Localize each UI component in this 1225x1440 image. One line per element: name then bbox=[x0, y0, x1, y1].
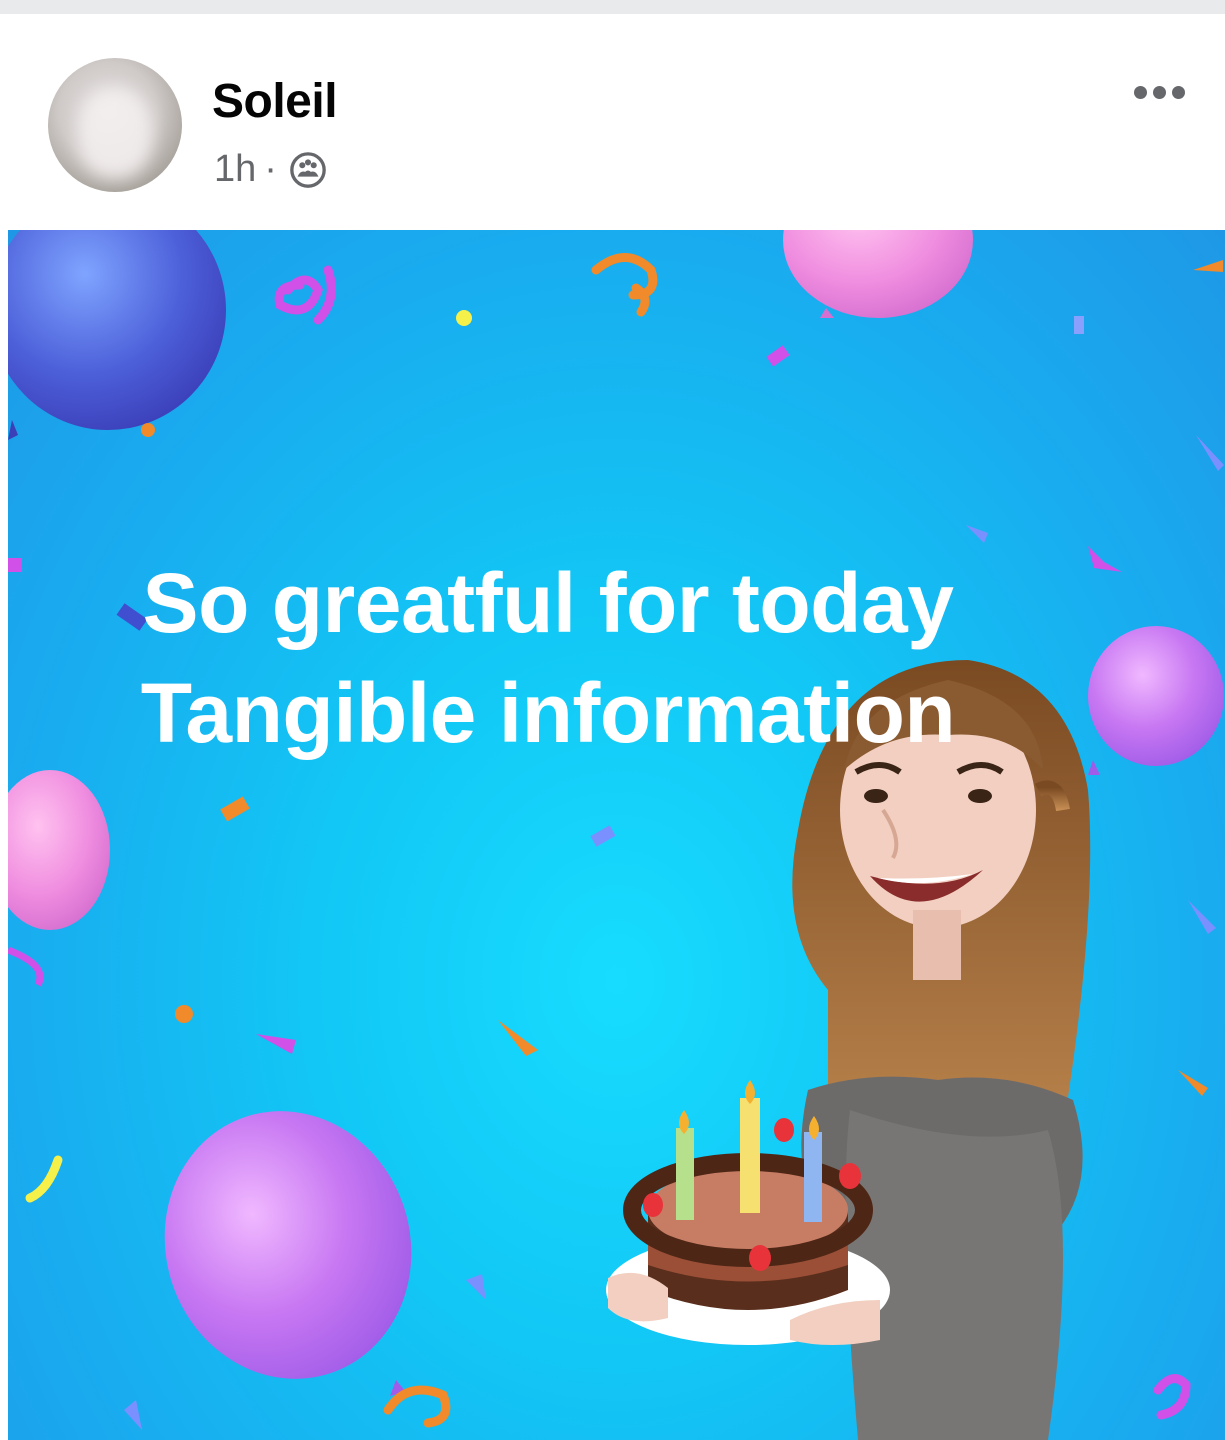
post-text-line-1: So greatful for today bbox=[142, 556, 954, 650]
post-image[interactable]: So greatful for today Tangible informati… bbox=[8, 230, 1225, 1440]
author-name[interactable]: Soleil bbox=[212, 74, 338, 129]
more-options-button[interactable] bbox=[1124, 72, 1194, 112]
birthday-background-art bbox=[8, 230, 1224, 1440]
meta-separator: · bbox=[264, 148, 277, 190]
balloon-mid-right bbox=[1088, 626, 1224, 775]
balloon-bottom-left bbox=[164, 1111, 412, 1396]
avatar[interactable] bbox=[48, 58, 182, 192]
top-divider bbox=[0, 0, 1225, 14]
post-header: Soleil 1h · bbox=[0, 14, 1225, 230]
balloon-mid-left bbox=[8, 770, 110, 930]
balloon-top-left bbox=[8, 230, 226, 440]
post-time[interactable]: 1h bbox=[214, 148, 256, 191]
friends-icon[interactable] bbox=[289, 151, 327, 189]
post-meta: 1h · bbox=[214, 148, 327, 191]
post-image-text: So greatful for today Tangible informati… bbox=[8, 548, 1088, 768]
post-text-line-2: Tangible information bbox=[140, 666, 956, 760]
more-options-icon bbox=[1133, 85, 1147, 99]
balloon-top-right bbox=[783, 230, 973, 318]
